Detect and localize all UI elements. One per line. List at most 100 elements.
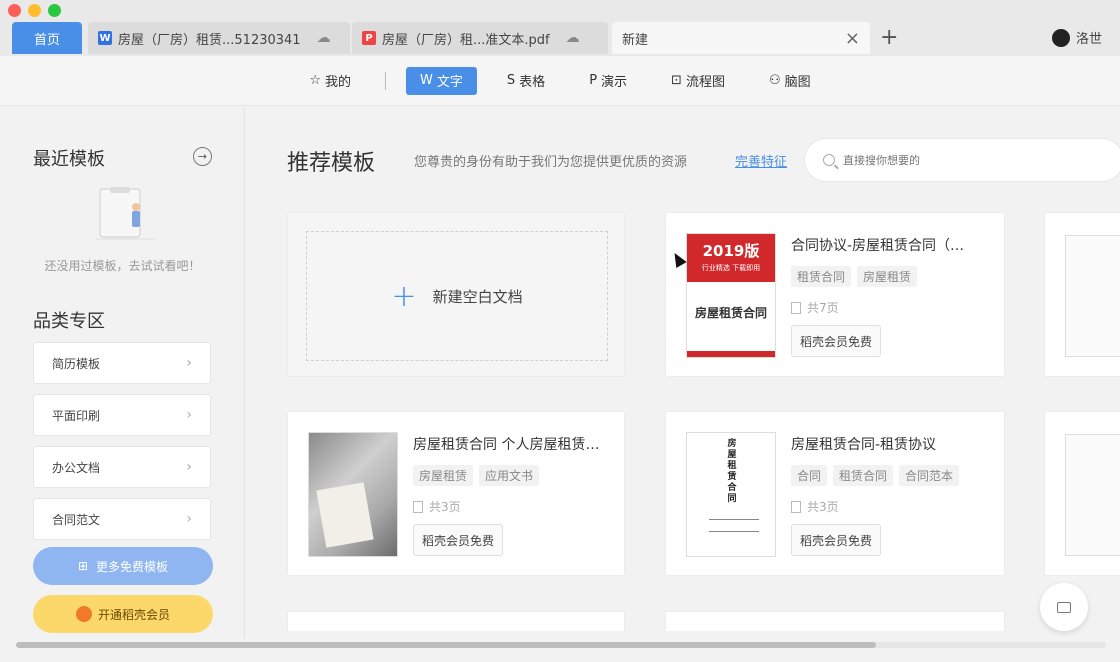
thumbnail-line xyxy=(709,519,759,520)
more-templates-label: 更多免费模板 xyxy=(96,559,169,574)
page-title: 推荐模板 xyxy=(287,151,376,176)
template-thumbnail[interactable] xyxy=(1065,434,1120,556)
template-tag[interactable]: 房屋租赁 xyxy=(413,465,474,486)
toolbar-slides-label: 演示 xyxy=(601,75,628,90)
category-label: 简历模板 xyxy=(52,356,101,371)
template-tag[interactable]: 租赁合同 xyxy=(833,465,894,486)
template-thumbnail[interactable] xyxy=(308,432,398,557)
page-count: 共3页 xyxy=(807,500,839,514)
template-thumbnail[interactable]: 房屋租赁合同 xyxy=(686,432,776,557)
page-icon xyxy=(791,500,801,513)
cloud-icon: ☁ xyxy=(565,30,580,46)
chevron-right-icon: › xyxy=(186,511,192,527)
empty-clipboard-icon xyxy=(96,187,156,240)
chevron-right-icon: › xyxy=(186,355,192,371)
vip-free-button[interactable]: 稻壳会员免费 xyxy=(413,524,504,556)
new-blank-doc-area[interactable]: + 新建空白文档 xyxy=(306,231,608,361)
toolbar-writer[interactable]: W 文字 xyxy=(406,66,477,95)
thumbnail-subtext: 行业精选 下载即用 xyxy=(701,264,761,272)
vip-label: 开通稻壳会员 xyxy=(97,607,170,622)
toolbar-mind[interactable]: ⚇ 脑图 xyxy=(755,67,825,95)
search-input[interactable] xyxy=(843,153,1083,167)
writer-doc-icon: W xyxy=(98,31,112,45)
template-card[interactable]: 2019版行业精选 下载即用 房屋租赁合同 合同协议-房屋租赁合同（… 租赁合同… xyxy=(665,212,1005,377)
toolbar-writer-label: 文字 xyxy=(436,75,463,90)
toolbar-sheet[interactable]: S 表格 xyxy=(493,67,559,95)
tab-pdf-label: 房屋（厂房）租...准文本.pdf xyxy=(382,32,550,48)
search-box[interactable] xyxy=(804,138,1120,182)
chevron-right-icon: › xyxy=(186,407,192,423)
page-count: 共3页 xyxy=(429,500,461,514)
toolbar-slides[interactable]: P 演示 xyxy=(575,67,641,95)
template-card-partial[interactable] xyxy=(1044,411,1120,576)
vip-free-button[interactable]: 稻壳会员免费 xyxy=(791,325,882,357)
template-tag[interactable]: 合同 xyxy=(791,465,828,486)
template-card[interactable]: 房屋租赁合同 房屋租赁合同-租赁协议 合同 租赁合同 合同范本 共3页 稻壳会员… xyxy=(665,411,1005,576)
template-pages: 共7页 xyxy=(791,299,839,316)
new-blank-doc-label: 新建空白文档 xyxy=(432,287,523,306)
toolbar-divider xyxy=(385,71,387,90)
feedback-button[interactable] xyxy=(1040,583,1088,631)
complete-profile-link[interactable]: 完善特征 xyxy=(735,151,787,170)
slides-icon: P xyxy=(589,73,598,88)
template-tags: 合同 租赁合同 合同范本 xyxy=(791,465,960,486)
user-account[interactable]: 洛世 xyxy=(1051,28,1102,47)
category-resume[interactable]: 简历模板 › xyxy=(33,342,211,384)
category-title: 品类专区 xyxy=(33,311,105,332)
thumbnail-title: 房屋租赁合同 xyxy=(727,439,737,504)
category-print[interactable]: 平面印刷 › xyxy=(33,394,211,436)
horizontal-scrollbar-thumb[interactable] xyxy=(16,642,876,648)
vip-free-button[interactable]: 稻壳会员免费 xyxy=(791,524,882,556)
toolbar-sheet-label: 表格 xyxy=(519,75,546,90)
close-window-button[interactable] xyxy=(8,4,21,17)
template-thumbnail[interactable]: 2019版行业精选 下载即用 房屋租赁合同 xyxy=(686,233,776,358)
arrow-right-icon[interactable]: → xyxy=(193,147,212,166)
empty-hint: 还没用过模板，去试试看吧！ xyxy=(44,259,201,273)
tab-pdf[interactable]: P 房屋（厂房）租...准文本.pdf ☁ xyxy=(352,22,608,54)
pdf-doc-icon: P xyxy=(362,31,376,45)
close-tab-icon[interactable]: × xyxy=(845,28,860,49)
template-title[interactable]: 房屋租赁合同 个人房屋租赁… xyxy=(413,434,613,454)
template-card-partial[interactable] xyxy=(1044,212,1120,377)
template-tag[interactable]: 合同范本 xyxy=(899,465,960,486)
vip-button[interactable]: 开通稻壳会员 xyxy=(33,595,213,633)
recent-templates-title: 最近模板 xyxy=(33,149,105,170)
thumbnail-title: 房屋租赁合同 xyxy=(694,306,767,320)
tab-home[interactable]: 首页 xyxy=(12,22,82,54)
tab-doc[interactable]: W 房屋（厂房）租赁...51230341 ☁ xyxy=(88,22,350,54)
template-title[interactable]: 合同协议-房屋租赁合同（… xyxy=(791,235,991,255)
template-card[interactable]: 房屋租赁合同 个人房屋租赁… 房屋租赁 应用文书 共3页 稻壳会员免费 xyxy=(287,411,625,576)
sheet-icon: S xyxy=(506,73,516,88)
template-thumbnail[interactable] xyxy=(1065,235,1120,357)
template-card-partial[interactable] xyxy=(665,611,1005,631)
thumbnail-year: 2019版 xyxy=(702,242,760,260)
thumbnail-banner: 2019版行业精选 下载即用 xyxy=(687,234,775,282)
star-icon: ☆ xyxy=(309,73,322,88)
tab-new[interactable]: 新建 × xyxy=(612,22,870,54)
toolbar-flow-label: 流程图 xyxy=(685,75,725,90)
template-tag[interactable]: 租赁合同 xyxy=(791,266,852,287)
page-subtitle: 您尊贵的身份有助于我们为您提供更优质的资源 xyxy=(414,155,688,170)
template-tag[interactable]: 房屋租赁 xyxy=(857,266,918,287)
toolbar-flow[interactable]: ⊡ 流程图 xyxy=(657,67,739,95)
category-label: 合同范文 xyxy=(52,512,101,527)
toolbar-mine-label: 我的 xyxy=(325,75,352,90)
toolbar-mine[interactable]: ☆ 我的 xyxy=(295,67,365,95)
page-icon xyxy=(413,500,423,513)
new-blank-doc-card[interactable]: + 新建空白文档 xyxy=(287,212,625,377)
category-office[interactable]: 办公文档 › xyxy=(33,446,211,488)
template-tag[interactable]: 应用文书 xyxy=(479,465,540,486)
template-pages: 共3页 xyxy=(413,498,461,515)
window-controls xyxy=(8,4,61,17)
more-templates-button[interactable]: ⊞ 更多免费模板 xyxy=(33,547,213,585)
chevron-right-icon: › xyxy=(186,459,192,475)
category-contract[interactable]: 合同范文 › xyxy=(33,498,211,540)
page-icon xyxy=(791,301,801,314)
template-title[interactable]: 房屋租赁合同-租赁协议 xyxy=(791,434,991,454)
title-bar: 首页 W 房屋（厂房）租赁...51230341 ☁ P 房屋（厂房）租...准… xyxy=(0,0,1120,56)
minimize-window-button[interactable] xyxy=(28,4,41,17)
thumbnail-line xyxy=(709,531,759,532)
zoom-window-button[interactable] xyxy=(48,4,61,17)
template-card-partial[interactable] xyxy=(287,611,625,631)
add-tab-button[interactable]: + xyxy=(880,25,898,50)
